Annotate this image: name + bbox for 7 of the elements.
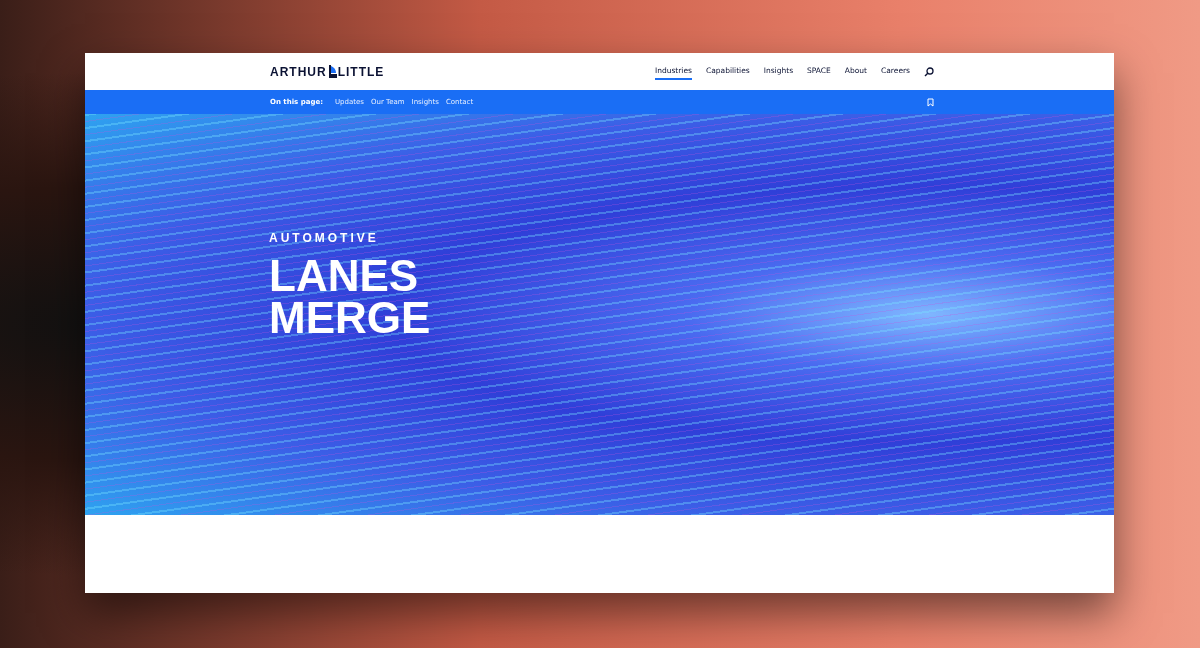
hero-eyebrow: AUTOMOTIVE xyxy=(269,230,379,245)
hero-title: LANES MERGE xyxy=(269,254,431,339)
search-icon[interactable] xyxy=(924,66,934,77)
logo-text[interactable]: ARTHUR xyxy=(270,64,327,79)
logo-mark-icon xyxy=(327,65,337,78)
logo-text[interactable]: LITTLE xyxy=(337,64,385,79)
bookmark-icon[interactable] xyxy=(927,97,934,107)
